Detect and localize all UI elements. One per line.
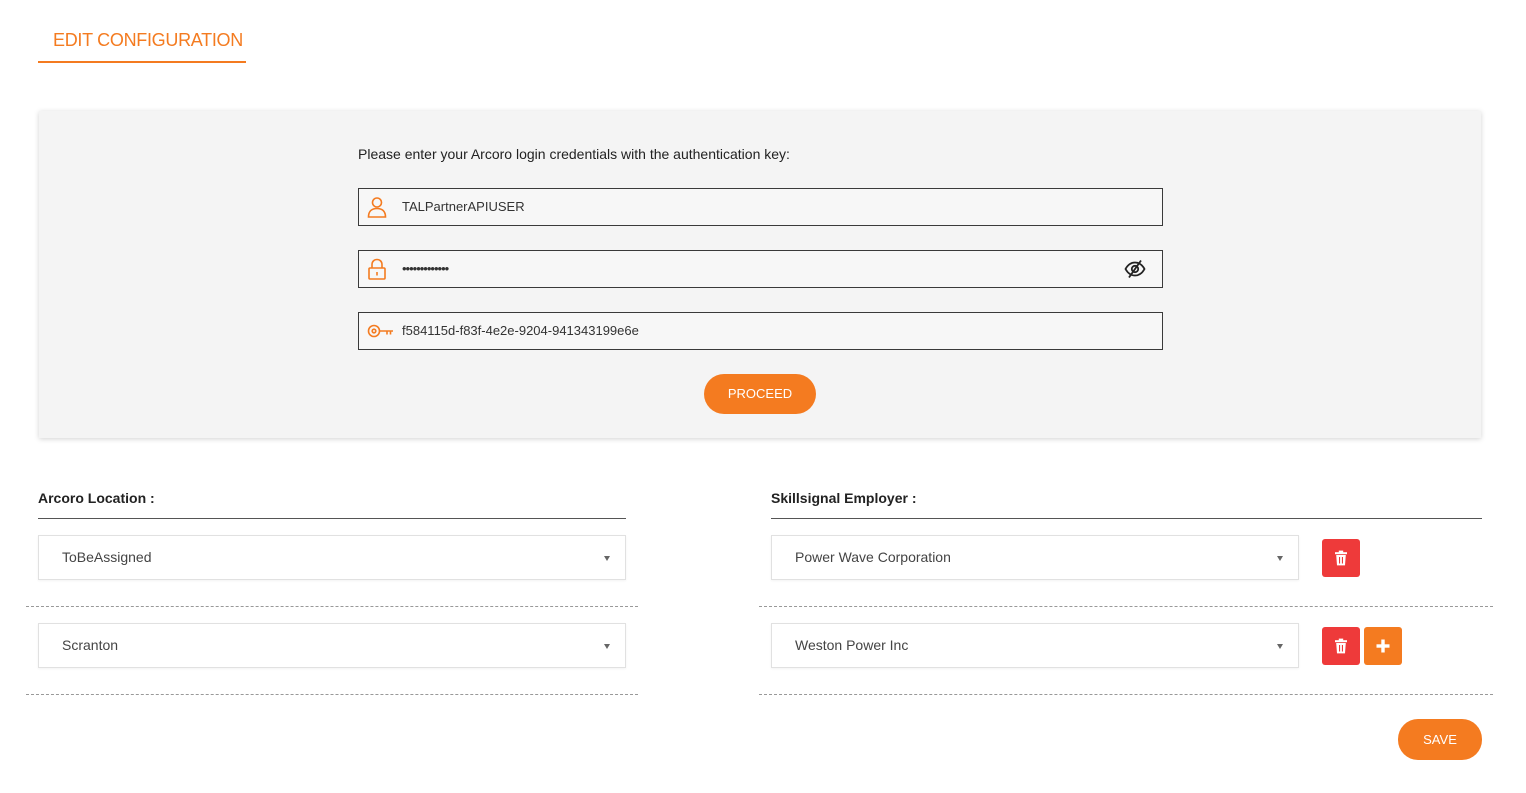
delete-row-button[interactable]: [1322, 539, 1360, 577]
row-separator: [26, 694, 638, 695]
delete-row-button[interactable]: [1322, 627, 1360, 665]
row-separator: [759, 606, 1493, 607]
trash-icon: [1335, 638, 1347, 654]
username-value: TALPartnerAPIUSER: [402, 199, 525, 214]
location-select-value: ToBeAssigned: [62, 549, 152, 565]
skillsignal-employer-header: Skillsignal Employer :: [771, 490, 917, 506]
caret-down-icon: [604, 644, 610, 649]
auth-key-value: f584115d-f83f-4e2e-9204-941343199e6e: [402, 323, 639, 338]
proceed-button[interactable]: PROCEED: [704, 374, 816, 414]
employer-select-value: Weston Power Inc: [795, 637, 909, 653]
plus-icon: [1376, 639, 1390, 653]
caret-down-icon: [604, 556, 610, 561]
caret-down-icon: [1277, 556, 1283, 561]
left-header-divider: [38, 518, 626, 519]
password-field[interactable]: •••••••••••••: [358, 250, 1163, 288]
location-select[interactable]: ToBeAssigned: [38, 535, 626, 580]
row-separator: [759, 694, 1493, 695]
location-select-value: Scranton: [62, 637, 119, 653]
employer-select-value: Power Wave Corporation: [795, 549, 951, 565]
tab-label: EDIT CONFIGURATION: [53, 30, 243, 50]
save-button[interactable]: SAVE: [1398, 719, 1482, 760]
username-field[interactable]: TALPartnerAPIUSER: [358, 188, 1163, 226]
auth-key-field[interactable]: f584115d-f83f-4e2e-9204-941343199e6e: [358, 312, 1163, 350]
password-value: •••••••••••••: [402, 261, 449, 276]
arcoro-location-header: Arcoro Location :: [38, 490, 155, 506]
trash-icon: [1335, 550, 1347, 566]
right-header-divider: [771, 518, 1482, 519]
caret-down-icon: [1277, 644, 1283, 649]
credentials-prompt: Please enter your Arcoro login credentia…: [358, 146, 790, 162]
employer-select[interactable]: Power Wave Corporation: [771, 535, 1299, 580]
user-icon: [365, 195, 389, 219]
row-separator: [26, 606, 638, 607]
lock-icon: [365, 257, 389, 281]
tab-edit-configuration[interactable]: EDIT CONFIGURATION: [38, 20, 246, 63]
location-select[interactable]: Scranton: [38, 623, 626, 668]
eye-slash-icon[interactable]: [1124, 259, 1146, 279]
key-icon: [366, 319, 394, 343]
employer-select[interactable]: Weston Power Inc: [771, 623, 1299, 668]
add-row-button[interactable]: [1364, 627, 1402, 665]
